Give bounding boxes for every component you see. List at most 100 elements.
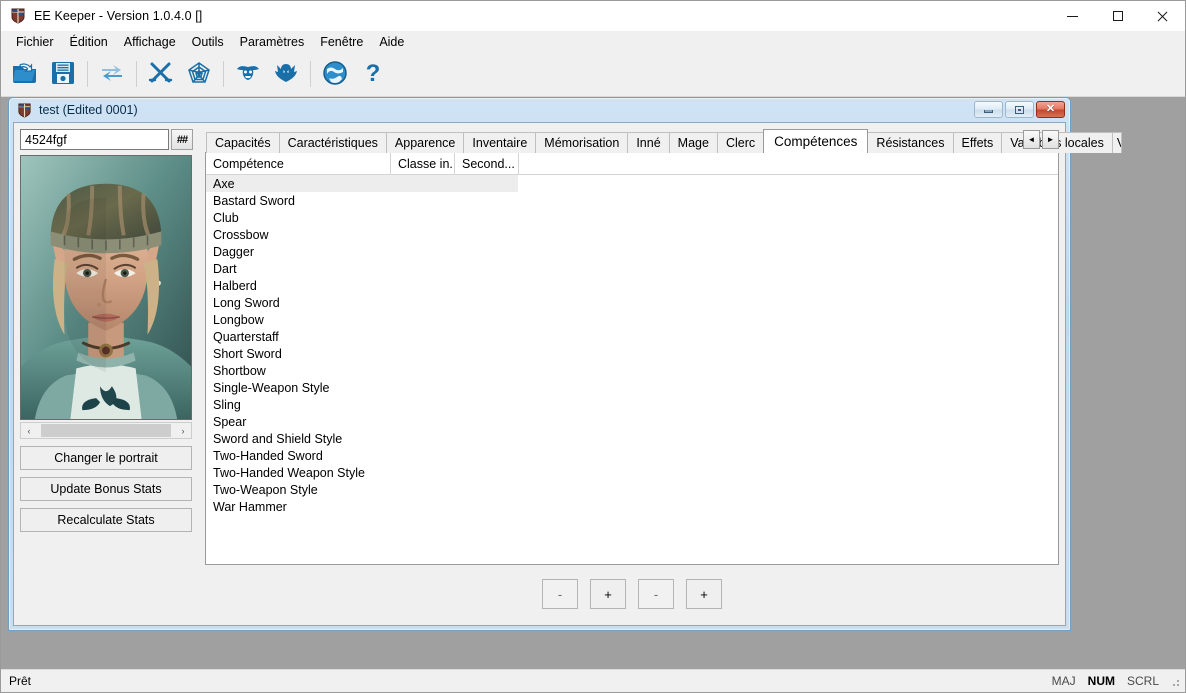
toolbar-weapons-button[interactable]	[143, 56, 179, 92]
table-row[interactable]: Sword and Shield Style	[206, 430, 1058, 447]
table-row[interactable]: Bastard Sword	[206, 192, 1058, 209]
table-row[interactable]: Two-Weapon Style	[206, 481, 1058, 498]
menu-item-fenetre[interactable]: Fenêtre	[312, 33, 371, 51]
globe-icon	[322, 60, 348, 89]
table-row[interactable]: Halberd	[206, 277, 1058, 294]
class-decrement-button[interactable]: -	[542, 579, 578, 609]
scroll-right-arrow-icon[interactable]: ›	[175, 423, 191, 438]
table-row[interactable]: Quarterstaff	[206, 328, 1058, 345]
child-close-button[interactable]: ✕	[1036, 101, 1065, 118]
table-row[interactable]: Long Sword	[206, 294, 1058, 311]
toolbar-separator	[310, 61, 311, 87]
table-row[interactable]: Sling	[206, 396, 1058, 413]
question-mark-icon: ?	[360, 60, 386, 89]
shield-icon	[17, 102, 32, 118]
table-row[interactable]: Spear	[206, 413, 1058, 430]
column-header-second[interactable]: Second...	[455, 153, 519, 174]
toolbar-refresh-button[interactable]	[94, 56, 130, 92]
menu-item-affichage[interactable]: Affichage	[116, 33, 184, 51]
tab-resistances[interactable]: Résistances	[867, 132, 954, 153]
child-window-controls: ✕	[974, 101, 1065, 118]
scrollbar-track[interactable]	[37, 423, 175, 438]
status-badge-maj: MAJ	[1051, 674, 1076, 688]
mdi-client-area: test (Edited 0001) ✕ ##	[1, 97, 1185, 669]
tab-scroll-prev-button[interactable]: ◄	[1023, 130, 1040, 149]
table-row[interactable]: Dagger	[206, 243, 1058, 260]
menu-item-aide[interactable]: Aide	[371, 33, 412, 51]
tab-apparence[interactable]: Apparence	[385, 132, 465, 153]
column-header-filler	[519, 153, 1058, 174]
column-header-classe-in[interactable]: Classe in...	[391, 153, 455, 174]
scroll-left-arrow-icon[interactable]: ‹	[21, 423, 37, 438]
toolbar-open-button[interactable]	[7, 56, 43, 92]
resize-grip-icon[interactable]	[1167, 674, 1181, 688]
save-floppy-icon	[50, 60, 76, 89]
character-name-row: ##	[20, 129, 200, 150]
tab-inne[interactable]: Inné	[627, 132, 670, 153]
tab-scroll-next-button[interactable]: ►	[1042, 130, 1059, 149]
character-name-input[interactable]	[20, 129, 169, 150]
tab-effets[interactable]: Effets	[952, 132, 1003, 153]
table-row[interactable]: Dart	[206, 260, 1058, 277]
class-increment-button[interactable]: +	[590, 579, 626, 609]
competences-tab-page: Compétence Classe in... Second... Axe Ba…	[205, 152, 1059, 565]
status-message: Prêt	[9, 674, 32, 688]
toolbar-separator	[223, 61, 224, 87]
window-minimize-button[interactable]	[1050, 1, 1095, 31]
tab-clerc[interactable]: Clerc	[716, 132, 765, 153]
tab-mage[interactable]: Mage	[668, 132, 718, 153]
menu-item-edition[interactable]: Édition	[62, 33, 116, 51]
menu-item-outils[interactable]: Outils	[184, 33, 232, 51]
status-bar: Prêt MAJ NUM SCRL	[1, 669, 1185, 692]
window-controls	[1050, 1, 1185, 31]
table-row[interactable]: War Hammer	[206, 498, 1058, 515]
hash-button[interactable]: ##	[171, 129, 193, 150]
character-tabs-panel: Capacités Caractéristiques Apparence Inv…	[200, 123, 1122, 625]
tab-caracteristiques[interactable]: Caractéristiques	[278, 132, 387, 153]
table-row[interactable]: Short Sword	[206, 345, 1058, 362]
column-header-competence[interactable]: Compétence	[206, 153, 391, 174]
scrollbar-thumb[interactable]	[41, 424, 171, 437]
goblin-head-icon	[235, 60, 261, 89]
table-row[interactable]: Two-Handed Weapon Style	[206, 464, 1058, 481]
change-portrait-button[interactable]: Changer le portrait	[20, 446, 192, 470]
application-window: EE Keeper - Version 1.0.4.0 [] Fichier É…	[0, 0, 1186, 693]
window-maximize-button[interactable]	[1095, 1, 1140, 31]
table-row[interactable]: Two-Handed Sword	[206, 447, 1058, 464]
skills-grid-body[interactable]: Axe Bastard Sword Club Crossbow Dagger D…	[206, 175, 1058, 564]
tab-inventaire[interactable]: Inventaire	[463, 132, 537, 153]
tab-memorisation[interactable]: Mémorisation	[535, 132, 629, 153]
table-row[interactable]: Axe	[206, 175, 518, 192]
toolbar-demon-button[interactable]	[268, 56, 304, 92]
toolbar-save-button[interactable]	[45, 56, 81, 92]
toolbar-web-button[interactable]	[181, 56, 217, 92]
child-minimize-button[interactable]	[974, 101, 1003, 118]
menu-bar: Fichier Édition Affichage Outils Paramèt…	[1, 31, 1185, 52]
window-close-button[interactable]	[1140, 1, 1185, 31]
update-bonus-stats-button[interactable]: Update Bonus Stats	[20, 477, 192, 501]
table-row[interactable]: Crossbow	[206, 226, 1058, 243]
table-row[interactable]: Single-Weapon Style	[206, 379, 1058, 396]
child-restore-button[interactable]	[1005, 101, 1034, 118]
tab-capacites[interactable]: Capacités	[206, 132, 280, 153]
second-increment-button[interactable]: +	[686, 579, 722, 609]
skills-grid-header: Compétence Classe in... Second...	[206, 153, 1058, 175]
portrait-scrollbar[interactable]: ‹ ›	[20, 422, 192, 439]
window-title: EE Keeper - Version 1.0.4.0 []	[34, 9, 203, 23]
table-row[interactable]: Longbow	[206, 311, 1058, 328]
crossed-swords-icon	[148, 60, 174, 89]
table-row[interactable]: Club	[206, 209, 1058, 226]
table-row[interactable]: Shortbow	[206, 362, 1058, 379]
toolbar-creature-button[interactable]	[230, 56, 266, 92]
toolbar-global-button[interactable]	[317, 56, 353, 92]
recalculate-stats-button[interactable]: Recalculate Stats	[20, 508, 192, 532]
second-decrement-button[interactable]: -	[638, 579, 674, 609]
title-bar: EE Keeper - Version 1.0.4.0 []	[1, 1, 1185, 31]
toolbar-help-button[interactable]: ?	[355, 56, 391, 92]
tab-competences[interactable]: Compétences	[763, 129, 869, 153]
character-portrait[interactable]	[20, 155, 192, 420]
tab-variables-globales[interactable]: Va	[1111, 132, 1122, 153]
menu-item-parametres[interactable]: Paramètres	[232, 33, 313, 51]
child-window-title: test (Edited 0001)	[39, 103, 138, 117]
menu-item-fichier[interactable]: Fichier	[8, 33, 62, 51]
